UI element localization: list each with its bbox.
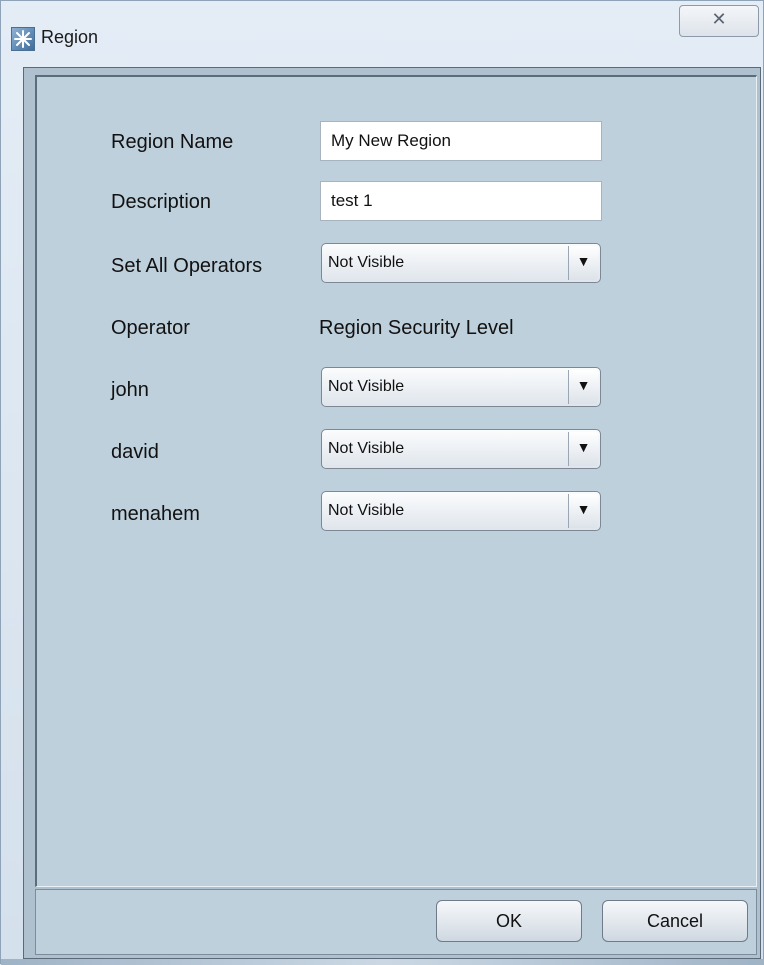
window-title: Region <box>41 27 99 47</box>
operator-security-dropdown[interactable]: Not Visible ▼ <box>321 367 601 407</box>
operator-security-dropdown[interactable]: Not Visible ▼ <box>321 429 601 469</box>
region-app-icon <box>11 27 35 51</box>
dropdown-arrow-button[interactable]: ▼ <box>568 370 598 404</box>
description-input[interactable] <box>320 181 602 221</box>
operator-column-header: Operator <box>111 317 190 339</box>
region-dialog: Region ✕ Region Name Description Set All… <box>0 0 764 965</box>
form-panel: Region Name Description Set All Operator… <box>35 75 757 887</box>
description-label: Description <box>111 191 212 213</box>
dropdown-value: Not Visible <box>328 440 405 457</box>
operator-name: menahem <box>111 503 200 525</box>
window-bottom-edge <box>1 959 764 965</box>
dropdown-value: Not Visible <box>328 254 405 271</box>
chevron-down-icon: ▼ <box>576 253 591 269</box>
security-level-column-header: Region Security Level <box>319 317 514 339</box>
dropdown-value: Not Visible <box>328 502 405 519</box>
operator-name: john <box>111 379 149 401</box>
set-all-operators-dropdown[interactable]: Not Visible ▼ <box>321 243 601 283</box>
dropdown-arrow-button[interactable]: ▼ <box>568 246 598 280</box>
region-name-input[interactable] <box>320 121 602 161</box>
chevron-down-icon: ▼ <box>576 501 591 517</box>
dropdown-arrow-button[interactable]: ▼ <box>568 432 598 466</box>
close-button[interactable]: ✕ <box>679 5 759 37</box>
button-bar: OK Cancel <box>35 889 757 955</box>
chevron-down-icon: ▼ <box>576 439 591 455</box>
region-name-label: Region Name <box>111 131 234 153</box>
operator-security-dropdown[interactable]: Not Visible ▼ <box>321 491 601 531</box>
dropdown-arrow-button[interactable]: ▼ <box>568 494 598 528</box>
operator-name: david <box>111 441 159 463</box>
close-icon: ✕ <box>711 9 727 29</box>
ok-button[interactable]: OK <box>436 900 582 942</box>
chevron-down-icon: ▼ <box>576 377 591 393</box>
title-bar[interactable]: Region ✕ <box>1 1 763 63</box>
dropdown-value: Not Visible <box>328 378 405 395</box>
cancel-button[interactable]: Cancel <box>602 900 748 942</box>
set-all-operators-label: Set All Operators <box>111 255 263 277</box>
